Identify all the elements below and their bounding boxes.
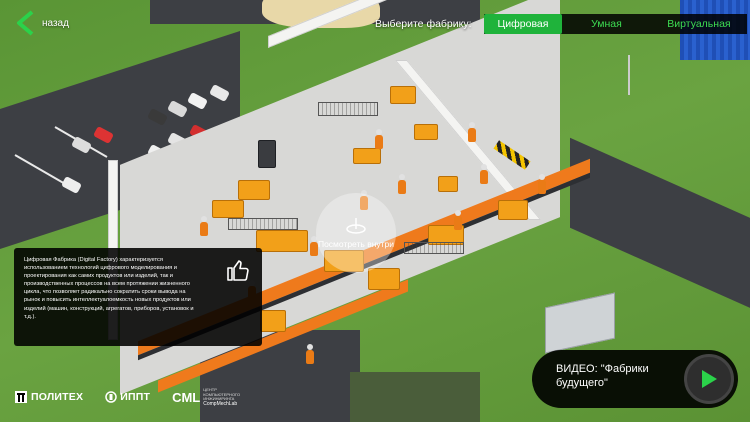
safety-fence [228,218,298,230]
play-button[interactable] [684,354,734,404]
machine [212,200,244,218]
tab-digital[interactable]: Цифровая [483,14,563,34]
machine [368,268,400,290]
video-panel: ВИДЕО: "Фабрики будущего" [532,350,738,408]
machine [256,230,308,252]
machine [353,148,381,164]
look-inside-label: Посмотреть внутри [317,239,395,249]
thumbs-up-icon[interactable] [226,258,250,282]
politech-label: ПОЛИТЕХ [31,391,84,403]
light-pole [628,55,630,95]
back-label: назад [42,17,69,29]
worker [538,174,546,194]
back-button[interactable]: назад [14,10,69,36]
worker [480,164,488,184]
cml-sub-block: ЦЕНТР КОМПЬЮТЕРНОГО ИНЖИНИРИНГА CompMech… [203,387,249,407]
play-icon [702,370,717,388]
worker [468,122,476,142]
factory-selector-prompt: Выберите фабрику: [375,18,472,30]
worker [398,174,406,194]
worker [375,129,383,149]
factory-tabs: Цифровая Умная Виртуальная [483,14,748,34]
partner-logos: ПОЛИТЕХ ИППТ CML ЦЕНТР КОМПЬЮТЕРНОГО ИНЖ… [14,387,249,407]
cml-logo: CML ЦЕНТР КОМПЬЮТЕРНОГО ИНЖИНИРИНГА Comp… [172,387,249,407]
cml-label: CML [172,389,201,405]
politech-emblem-icon [15,391,27,403]
worker [306,344,314,364]
description-text: Цифровая Фабрика (Digital Factory) харак… [24,257,194,320]
cml-subtitle: ЦЕНТР КОМПЬЮТЕРНОГО ИНЖИНИРИНГА [203,387,241,401]
ippt-logo: ИППТ [105,391,150,403]
worker [454,210,462,230]
machine [260,310,286,332]
factory-selector: Выберите фабрику: Цифровая Умная Виртуал… [375,14,748,34]
video-title: ВИДЕО: "Фабрики будущего" [556,363,649,389]
safety-fence [404,242,464,254]
machine [414,124,438,140]
ippt-label: ИППТ [120,391,151,403]
tab-smart[interactable]: Умная [562,14,650,34]
tab-virtual[interactable]: Виртуальная [650,14,747,34]
machine [390,86,416,104]
description-panel: Цифровая Фабрика (Digital Factory) харак… [14,248,262,346]
politech-logo: ПОЛИТЕХ [14,390,83,404]
chevron-left-icon [17,10,34,36]
look-inside-button[interactable]: Посмотреть внутри [316,193,396,273]
machine [498,200,528,220]
machine [438,176,458,192]
ippt-emblem-icon [105,391,117,403]
cursor-icon [346,218,366,234]
safety-fence [318,102,378,116]
worker [200,216,208,236]
cml-url: CompMechLab [203,400,238,407]
machine [258,140,276,168]
machine [238,180,270,200]
